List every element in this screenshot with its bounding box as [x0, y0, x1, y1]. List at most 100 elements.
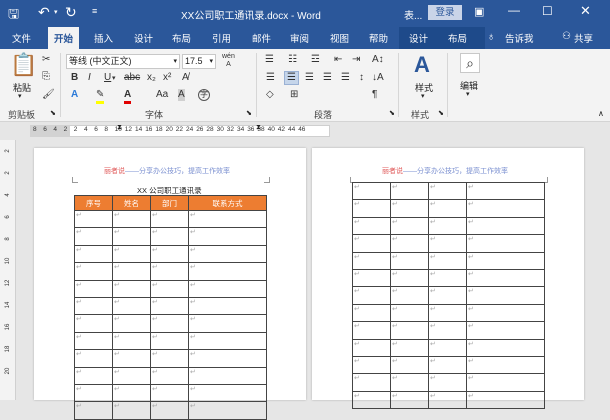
tab-table-layout[interactable]: 布局: [448, 31, 467, 45]
document-page-2[interactable]: 丽者说——分享办公技巧，提高工作效率 ↵ ↵ ↵ ↵ ↵ ↵ ↵ ↵ ↵ ↵ ↵ ↵ ↵ ↵ ↵ ↵ ↵ ↵ ↵ ↵ ↵…: [312, 148, 584, 410]
table-cell[interactable]: ↵: [428, 268, 467, 288]
customize-toolbar-icon[interactable]: ≡: [92, 6, 97, 16]
ribbon-display-icon[interactable]: ▣: [474, 5, 484, 18]
table-cell[interactable]: ↵: [352, 355, 391, 375]
table-cell[interactable]: ↵: [150, 366, 189, 385]
table-cell[interactable]: ↵: [352, 286, 391, 305]
show-marks-icon[interactable]: ¶: [372, 89, 377, 101]
right-indent-marker[interactable]: ⧗: [256, 124, 261, 132]
decrease-indent-icon[interactable]: ⇤: [334, 54, 342, 66]
table-cell[interactable]: ↵: [150, 209, 189, 229]
undo-dropdown-icon[interactable]: ▾: [54, 8, 58, 16]
superscript-icon[interactable]: x²: [163, 72, 171, 84]
table-cell[interactable]: ↵: [112, 279, 151, 298]
table-cell[interactable]: ↵: [428, 373, 467, 392]
table-cell[interactable]: ↵: [390, 338, 429, 357]
column-header-name[interactable]: 姓名: [112, 195, 151, 211]
paste-button-label[interactable]: 粘贴: [13, 81, 31, 94]
styles-dropdown-icon[interactable]: ▾: [421, 92, 425, 100]
table-cell[interactable]: ↵: [390, 268, 429, 288]
table-cell[interactable]: ↵: [74, 383, 113, 403]
table-cell[interactable]: ↵: [74, 366, 113, 385]
indent-marker[interactable]: ⧗: [117, 124, 122, 132]
table-cell[interactable]: ↵: [74, 331, 113, 351]
increase-indent-icon[interactable]: ⇥: [352, 54, 360, 66]
tab-references[interactable]: 引用: [212, 31, 231, 45]
collapse-ribbon-icon[interactable]: ∧: [598, 109, 604, 118]
format-painter-icon[interactable]: 🖌: [42, 89, 55, 101]
login-button[interactable]: 登录: [428, 5, 462, 20]
table-cell[interactable]: ↵: [428, 234, 467, 253]
contacts-table-continued[interactable]: ↵ ↵ ↵ ↵ ↵ ↵ ↵ ↵ ↵ ↵ ↵ ↵ ↵ ↵ ↵ ↵ ↵ ↵ ↵ ↵ ↵ ↵ ↵ ↵ ↵ ↵ ↵ ↵ ↵ ↵ ↵ ↵ ↵ ↵ ↵ ↵ ↵ ↵ ↵ ↵…: [352, 181, 545, 410]
save-icon[interactable]: 🖫: [8, 5, 19, 27]
underline-icon[interactable]: U: [104, 72, 111, 84]
table-cell[interactable]: ↵: [150, 262, 189, 281]
minimize-icon[interactable]: —: [508, 3, 520, 17]
table-cell[interactable]: ↵: [466, 181, 545, 201]
strikethrough-icon[interactable]: abc: [124, 72, 140, 84]
paragraph-launcher-icon[interactable]: ⬊: [389, 109, 395, 117]
table-cell[interactable]: ↵: [150, 383, 189, 403]
table-cell[interactable]: ↵: [428, 303, 467, 323]
table-cell[interactable]: ↵: [352, 234, 391, 253]
grow-font-icon[interactable]: B: [71, 72, 78, 84]
table-cell[interactable]: ↵: [150, 401, 189, 420]
table-cell[interactable]: ↵: [390, 321, 429, 340]
tab-file[interactable]: 文件: [12, 31, 31, 45]
horizontal-ruler[interactable]: 8 6 4 2 2 4 6 8 10 12 14 16 18 20 22 24 26 28 30 32 34 36 38 40…: [0, 122, 610, 140]
table-cell[interactable]: ↵: [390, 199, 429, 218]
table-cell[interactable]: ↵: [466, 251, 545, 270]
table-cell[interactable]: ↵: [390, 251, 429, 270]
clipboard-launcher-icon[interactable]: ⬊: [50, 109, 56, 117]
table-cell[interactable]: ↵: [390, 216, 429, 236]
table-cell[interactable]: ↵: [112, 262, 151, 281]
column-header-number[interactable]: 序号: [74, 195, 113, 211]
paste-icon[interactable]: 📋: [10, 53, 37, 77]
table-cell[interactable]: ↵: [390, 373, 429, 392]
tab-layout[interactable]: 布局: [172, 31, 191, 45]
tab-review[interactable]: 审阅: [290, 31, 309, 45]
tab-mailings[interactable]: 邮件: [252, 31, 271, 45]
table-cell[interactable]: ↵: [74, 314, 113, 333]
table-cell[interactable]: ↵: [74, 296, 113, 316]
tab-help[interactable]: 帮助: [369, 31, 388, 45]
italic-icon[interactable]: I: [88, 72, 91, 84]
share-button[interactable]: 共享: [574, 31, 593, 45]
table-cell[interactable]: ↵: [188, 383, 267, 403]
styles-launcher-icon[interactable]: ⬊: [438, 109, 444, 117]
tab-view[interactable]: 视图: [330, 31, 349, 45]
enclose-char-icon[interactable]: 字: [198, 89, 210, 101]
table-cell[interactable]: ↵: [352, 268, 391, 288]
distributed-icon[interactable]: ☰: [341, 72, 350, 84]
table-cell[interactable]: ↵: [188, 314, 267, 333]
multilevel-list-icon[interactable]: ☲: [311, 54, 320, 66]
table-cell[interactable]: ↵: [390, 181, 429, 201]
table-cell[interactable]: ↵: [188, 366, 267, 385]
table-cell[interactable]: ↵: [150, 244, 189, 264]
table-cell[interactable]: ↵: [112, 244, 151, 264]
tab-home[interactable]: 开始: [48, 27, 80, 49]
table-cell[interactable]: ↵: [112, 349, 151, 368]
bullets-icon[interactable]: ☰: [265, 54, 274, 66]
table-cell[interactable]: ↵: [352, 216, 391, 236]
align-center-icon[interactable]: ☰: [284, 71, 299, 85]
line-spacing-icon[interactable]: ↕: [359, 72, 364, 84]
shading-icon[interactable]: ◇: [266, 89, 274, 101]
table-cell[interactable]: ↵: [150, 331, 189, 351]
table-cell[interactable]: ↵: [112, 383, 151, 403]
tell-me-search[interactable]: 告诉我: [505, 31, 534, 45]
align-right-icon[interactable]: ☰: [305, 72, 314, 84]
table-cell[interactable]: ↵: [352, 373, 391, 392]
table-cell[interactable]: ↵: [112, 366, 151, 385]
table-cell[interactable]: ↵: [74, 262, 113, 281]
table-cell[interactable]: ↵: [112, 314, 151, 333]
find-icon[interactable]: ⌕: [460, 53, 480, 73]
redo-icon[interactable]: ↻: [65, 4, 77, 21]
table-cell[interactable]: ↵: [428, 251, 467, 270]
table-cell[interactable]: ↵: [74, 349, 113, 368]
table-cell[interactable]: ↵: [188, 296, 267, 316]
table-cell[interactable]: ↵: [188, 244, 267, 264]
underline-dropdown-icon[interactable]: ▾: [112, 73, 116, 85]
tab-table-design[interactable]: 设计: [409, 31, 428, 45]
char-shading-icon[interactable]: A: [178, 89, 185, 101]
